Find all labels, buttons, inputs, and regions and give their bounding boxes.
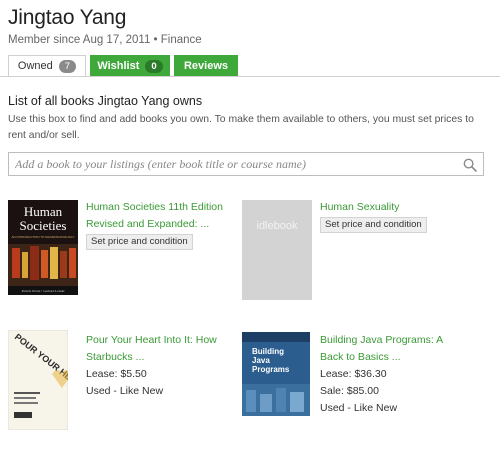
cover-title-line2: Java — [252, 356, 270, 365]
tab-reviews-label: Reviews — [183, 60, 229, 72]
tab-reviews[interactable]: Reviews — [174, 55, 238, 77]
search-box — [8, 152, 484, 176]
cover-title-line3: Programs — [252, 365, 290, 374]
wishlist-count-badge: 0 — [145, 59, 163, 73]
owned-count-badge: 7 — [58, 59, 77, 73]
instructions-text: Use this box to find and add books you o… — [8, 114, 474, 141]
book-details: Lease: $36.30 Sale: $85.00 Used - Like N… — [320, 366, 397, 417]
book-title-link[interactable]: Building Java Programs: A Back to Basics… — [320, 332, 443, 366]
book-title-line: Building Java Programs: A — [320, 334, 444, 346]
book-cover-human-societies[interactable]: Human Societies AN INTRODUCTION TO MACRO… — [8, 200, 78, 295]
book-title-line: Human Societies 11th Edition — [86, 201, 223, 213]
tab-wishlist-label: Wishlist — [97, 60, 140, 72]
lease-price: Lease: $36.30 — [320, 368, 387, 380]
tab-divider — [0, 76, 500, 77]
condition-text: Used - Like New — [320, 402, 398, 414]
idlebook-placeholder-text: idlebook — [257, 220, 298, 232]
set-price-button[interactable]: Set price and condition — [86, 234, 193, 250]
sale-price: Sale: $85.00 — [320, 385, 379, 397]
book-details: Lease: $5.50 Used - Like New — [86, 366, 163, 400]
book-title-line: Starbucks ... — [86, 351, 145, 363]
book-cover-placeholder[interactable]: idlebook — [242, 200, 312, 300]
add-book-search-input[interactable] — [15, 157, 455, 172]
book-title-link[interactable]: Human Sexuality — [320, 199, 399, 216]
cover-title-line2: Societies — [20, 218, 67, 233]
tab-owned-label: Owned — [17, 60, 53, 72]
user-name: Jingtao Yang — [8, 6, 127, 29]
book-title-line: Back to Basics ... — [320, 351, 401, 363]
book-title-line: Human Sexuality — [320, 201, 400, 213]
profile-header: Jingtao Yang Member since Aug 17, 2011 •… — [8, 6, 202, 46]
book-title-link[interactable]: Human Societies 11th Edition Revised and… — [86, 199, 223, 233]
cover-title-line1: Human — [24, 204, 63, 219]
book-title-line: Revised and Expanded: ... — [86, 218, 210, 230]
condition-text: Used - Like New — [86, 385, 164, 397]
book-title-line: Pour Your Heart Into It: How — [86, 334, 217, 346]
tab-wishlist[interactable]: Wishlist 0 — [90, 55, 170, 77]
cover-authors: Patrick Nolan • Gerhard Lenski — [22, 289, 65, 293]
book-cover-building-java[interactable]: Building Java Programs — [242, 332, 310, 416]
member-since-text: Member since Aug 17, 2011 • Finance — [8, 34, 202, 46]
set-price-button[interactable]: Set price and condition — [320, 217, 427, 233]
tab-owned[interactable]: Owned 7 — [8, 55, 86, 77]
tab-bar: Owned 7 Wishlist 0 Reviews — [8, 55, 242, 77]
cover-subtitle: AN INTRODUCTION TO MACROSOCIOLOGY — [12, 235, 75, 239]
list-heading: List of all books Jingtao Yang owns — [8, 94, 203, 108]
book-title-link[interactable]: Pour Your Heart Into It: How Starbucks .… — [86, 332, 217, 366]
book-cover-pour-your-heart[interactable]: POUR YOUR HEART INTO IT — [8, 330, 68, 430]
search-icon[interactable] — [463, 158, 477, 172]
lease-price: Lease: $5.50 — [86, 368, 147, 380]
cover-title-line1: Building — [252, 347, 284, 356]
